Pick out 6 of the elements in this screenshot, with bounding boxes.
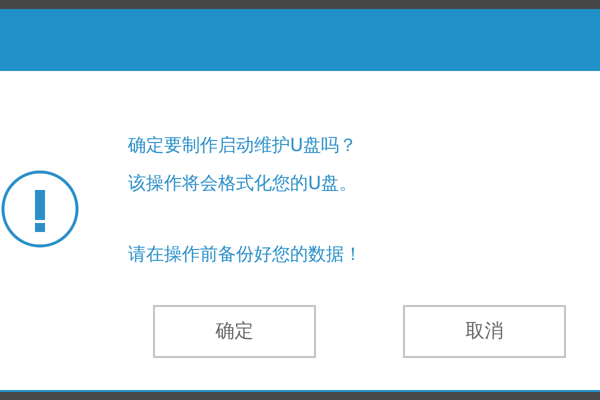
dialog-button[interactable]: 取消 bbox=[403, 305, 566, 358]
note-text: 请在操作前备份好您的数据！ bbox=[128, 243, 362, 267]
dialog-button[interactable]: 确定 bbox=[153, 305, 316, 358]
message-text: 该操作将会格式化您的U盘。 bbox=[128, 172, 358, 196]
warning-icon bbox=[0, 169, 80, 249]
message-text: 确定要制作启动维护U盘吗？ bbox=[128, 134, 358, 158]
